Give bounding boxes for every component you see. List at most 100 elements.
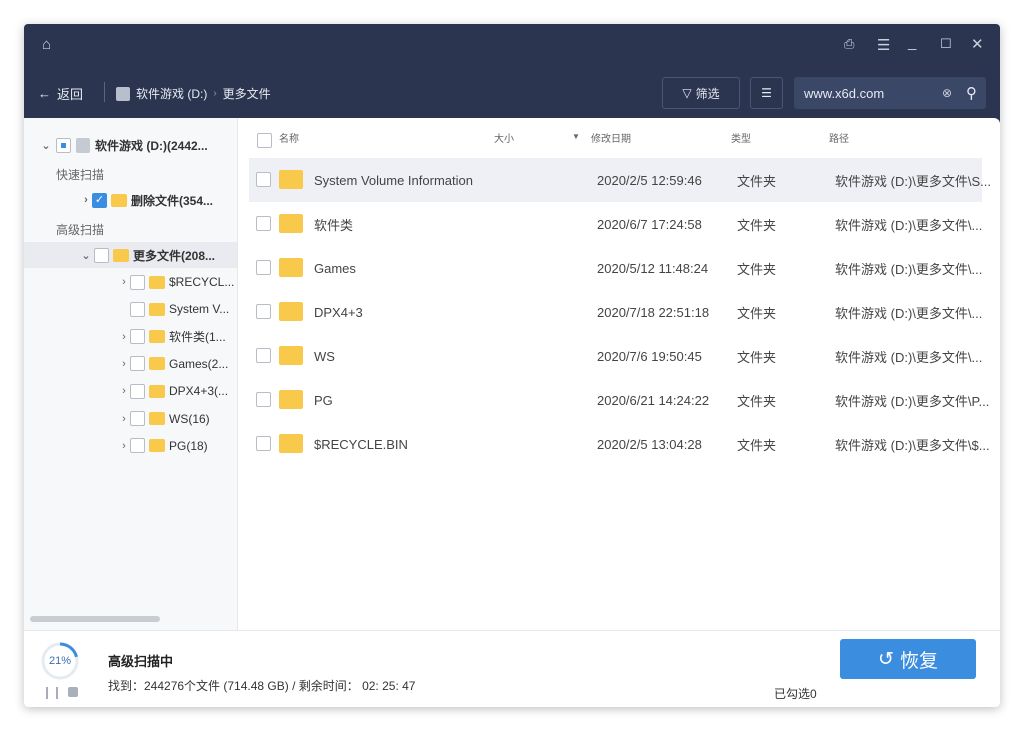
progress-label: 21%: [48, 655, 72, 667]
tree-item[interactable]: › Games(2...: [118, 351, 228, 377]
table-row[interactable]: PG 2020/6/21 14:24:22 文件夹 软件游戏 (D:)\更多文件\P.…: [249, 378, 989, 422]
menu-icon[interactable]: ☰: [877, 36, 890, 54]
pause-icon[interactable]: ❙❙: [42, 685, 62, 699]
file-list: 名称 大小 ▼ 修改日期 类型 路径 System Volume Informa…: [239, 118, 1000, 630]
table-row[interactable]: WS 2020/7/6 19:50:45 文件夹 软件游戏 (D:)\更多文件\...: [249, 334, 982, 378]
folder-icon: [279, 258, 303, 277]
history-icon: ↺: [878, 648, 894, 670]
tree-item-more-files[interactable]: ⌄ 更多文件(208...: [24, 242, 237, 268]
chevron-right-icon[interactable]: ›: [118, 331, 130, 343]
back-button[interactable]: ← 返回: [38, 84, 83, 103]
home-icon[interactable]: ⌂: [42, 36, 51, 53]
folder-icon: [279, 390, 303, 409]
folder-icon: [149, 412, 165, 425]
folder-icon: [149, 275, 165, 289]
share-icon[interactable]: ⎙: [844, 36, 854, 52]
checkbox[interactable]: ✓: [92, 192, 107, 208]
folder-icon: [149, 357, 165, 371]
checkbox[interactable]: [256, 172, 271, 187]
folder-icon: [279, 170, 303, 189]
checkbox[interactable]: [130, 383, 145, 399]
tree-item-deleted[interactable]: › ✓ 删除文件(354...: [80, 187, 213, 213]
checkbox[interactable]: [256, 436, 271, 451]
sort-desc-icon: ▼: [572, 132, 580, 141]
chevron-right-icon[interactable]: ›: [118, 440, 130, 452]
found-info: 找到：244276个文件 (714.48 GB) / 剩余时间： 02: 25:…: [108, 679, 416, 693]
drive-icon: [116, 86, 130, 101]
checkbox[interactable]: [56, 137, 71, 153]
column-path[interactable]: 路径: [829, 130, 849, 145]
chevron-right-icon[interactable]: ›: [118, 413, 130, 425]
folder-icon: [149, 384, 165, 398]
checkbox[interactable]: [130, 356, 145, 372]
folder-icon: [149, 439, 165, 453]
tree-item[interactable]: System V...: [118, 296, 229, 322]
checkbox[interactable]: [130, 329, 145, 345]
tree-item[interactable]: › DPX4+3(...: [118, 378, 228, 404]
checkbox[interactable]: [256, 216, 271, 231]
folder-icon: [279, 346, 303, 365]
chevron-right-icon[interactable]: ›: [118, 358, 130, 370]
list-view-button[interactable]: ☰: [750, 77, 783, 109]
table-row[interactable]: System Volume Information 2020/2/5 12:59:…: [249, 158, 991, 202]
table-row[interactable]: $RECYCLE.BIN 2020/2/5 13:04:28 文件夹 软件游戏 (D:…: [249, 422, 990, 466]
folder-icon: [149, 302, 165, 316]
folder-tree: ⌄ 软件游戏 (D:)(2442... 快速扫描 › ✓ 删除文件(354...…: [24, 118, 238, 630]
quick-scan-label: 快速扫描: [56, 168, 105, 182]
app-window: ⌂ ⎙ ☰ _ ☐ ✕ ← 返回 软件游戏 (D:) › 更多文件 ▽ 筛选 ☰ …: [24, 24, 1000, 707]
drive-icon: [76, 137, 90, 153]
column-name[interactable]: 名称: [279, 130, 299, 145]
checkbox[interactable]: [130, 438, 145, 454]
checkbox[interactable]: [256, 392, 271, 407]
breadcrumb: 软件游戏 (D:) › 更多文件: [116, 85, 271, 102]
close-icon[interactable]: ✕: [971, 35, 984, 53]
folder-icon: [279, 302, 303, 321]
folder-icon: [279, 434, 303, 453]
search-icon[interactable]: ⚲: [966, 84, 977, 102]
clear-icon[interactable]: ⊗: [942, 86, 952, 100]
checkbox[interactable]: [130, 274, 145, 290]
content-area: ⌄ 软件游戏 (D:)(2442... 快速扫描 › ✓ 删除文件(354...…: [24, 118, 1000, 707]
recover-button[interactable]: ↺ 恢复: [840, 639, 976, 679]
checkbox[interactable]: [130, 411, 145, 426]
stop-icon[interactable]: [68, 687, 78, 697]
column-type[interactable]: 类型: [731, 130, 751, 145]
arrow-left-icon: ←: [38, 86, 51, 101]
table-row[interactable]: 软件类 2020/6/7 17:24:58 文件夹 软件游戏 (D:)\更多文件\..…: [249, 202, 982, 246]
checkbox[interactable]: [94, 247, 109, 263]
horizontal-scrollbar[interactable]: [24, 614, 237, 624]
minimize-icon[interactable]: _: [908, 34, 916, 51]
tree-item[interactable]: › PG(18): [118, 433, 208, 459]
chevron-down-icon[interactable]: ⌄: [80, 249, 92, 262]
chevron-down-icon[interactable]: ⌄: [40, 139, 52, 152]
folder-icon: [149, 330, 165, 344]
checkbox[interactable]: [256, 304, 271, 319]
checkbox[interactable]: [256, 348, 271, 363]
folder-icon: [113, 248, 129, 262]
chevron-right-icon[interactable]: ›: [80, 194, 92, 206]
tree-item[interactable]: › $RECYCL...: [118, 269, 234, 295]
list-icon: ☰: [761, 86, 772, 100]
filter-button[interactable]: ▽ 筛选: [662, 77, 740, 109]
selected-count: 已勾选0: [774, 687, 817, 701]
table-row[interactable]: Games 2020/5/12 11:48:24 文件夹 软件游戏 (D:)\更多文件…: [249, 246, 982, 290]
folder-icon: [279, 214, 303, 233]
table-row[interactable]: DPX4+3 2020/7/18 22:51:18 文件夹 软件游戏 (D:)\更多文…: [249, 290, 982, 334]
column-size[interactable]: 大小: [494, 130, 514, 145]
filter-icon: ▽: [682, 86, 692, 100]
chevron-right-icon[interactable]: ›: [118, 276, 130, 288]
column-date[interactable]: 修改日期: [591, 130, 631, 145]
tree-item[interactable]: › 软件类(1...: [118, 324, 226, 350]
advanced-scan-label: 高级扫描: [56, 223, 105, 237]
tree-root[interactable]: ⌄ 软件游戏 (D:)(2442...: [40, 132, 208, 158]
select-all-checkbox[interactable]: [257, 133, 272, 148]
tree-item[interactable]: › WS(16): [118, 406, 210, 432]
scan-status: 高级扫描中: [108, 654, 174, 669]
folder-icon: [111, 193, 127, 207]
checkbox[interactable]: [130, 301, 145, 317]
search-input[interactable]: www.x6d.com ⊗ ⚲: [794, 77, 986, 109]
maximize-icon[interactable]: ☐: [940, 36, 952, 52]
divider: [104, 82, 105, 102]
checkbox[interactable]: [256, 260, 271, 275]
chevron-right-icon[interactable]: ›: [118, 385, 130, 397]
